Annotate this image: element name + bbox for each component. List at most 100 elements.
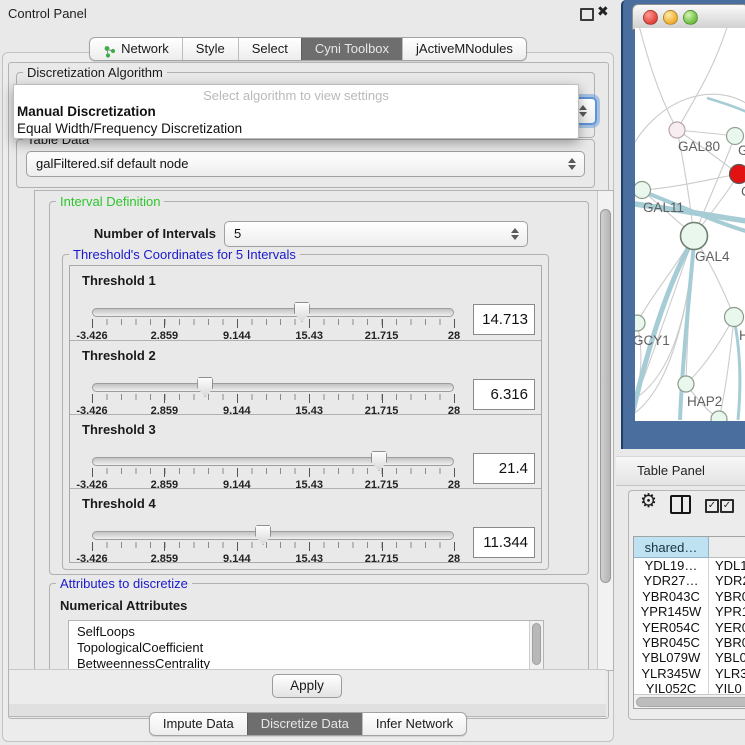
num-intervals-label: Number of Intervals — [84, 226, 216, 241]
table-horizontal-scrollbar[interactable] — [634, 694, 745, 708]
network-canvas[interactable]: GAL80 GAL11 GAL4 GCY1 HAP2 GA C H — [635, 28, 745, 421]
cell[interactable]: YBL079W — [634, 650, 709, 665]
checkbox-icon[interactable]: ✓ — [720, 499, 734, 513]
table-row[interactable]: YLR345WYLR3 — [634, 666, 745, 681]
cell[interactable]: YDL19… — [634, 558, 709, 573]
threshold-value-field[interactable]: 21.4 — [473, 453, 535, 484]
node-gal11[interactable] — [635, 182, 651, 199]
node-h[interactable] — [725, 308, 744, 327]
threshold-slider[interactable]: -3.426 2.859 9.144 15.43 21.715 28 — [92, 306, 454, 336]
threshold-slider[interactable]: -3.426 2.859 9.144 15.43 21.715 28 — [92, 529, 454, 559]
table-row[interactable]: YER054CYER0 — [634, 620, 745, 635]
tab-cyni-toolbox[interactable]: Cyni Toolbox — [301, 38, 402, 60]
spinner-arrows-icon — [568, 158, 576, 170]
tab-discretize-data[interactable]: Discretize Data — [247, 713, 362, 735]
table-row[interactable]: YBL079WYBL0 — [634, 650, 745, 665]
node-gal80[interactable] — [669, 122, 685, 138]
tick — [454, 319, 455, 328]
network-window-titlebar[interactable] — [632, 4, 745, 30]
column-header-name[interactable]: na — [709, 537, 745, 558]
cell[interactable]: YDL1 — [709, 558, 745, 573]
settings-scrollbar[interactable] — [597, 191, 613, 670]
threshold-slider[interactable]: -3.426 2.859 9.144 15.43 21.715 28 — [92, 381, 454, 411]
node-red-selected[interactable] — [730, 165, 745, 184]
threshold-value-field[interactable]: 6.316 — [473, 379, 535, 410]
node-green[interactable] — [727, 128, 744, 145]
network-graph: GAL80 GAL11 GAL4 GCY1 HAP2 GA C H — [635, 28, 745, 421]
node-hap2[interactable] — [678, 376, 694, 392]
node-gcy1[interactable] — [635, 315, 645, 331]
group-title: Discretization Algorithm — [23, 65, 167, 80]
cell[interactable]: YLR3 — [709, 666, 745, 681]
close-traffic-light[interactable] — [643, 10, 658, 25]
table-row[interactable]: YPR145WYPR1 — [634, 604, 745, 619]
tick — [237, 542, 238, 551]
threshold-slider[interactable]: -3.426 2.859 9.144 15.43 21.715 28 — [92, 455, 454, 485]
cell[interactable]: YBR0 — [709, 635, 745, 650]
table-row[interactable]: YBR043CYBR0 — [634, 589, 745, 604]
cell[interactable]: YPR1 — [709, 604, 745, 619]
slider-track[interactable] — [92, 531, 454, 540]
threshold-list: Threshold 1 -3.426 2.859 9.144 15.43 21.… — [69, 265, 542, 563]
slider-track[interactable] — [92, 457, 454, 466]
node-bottom[interactable] — [711, 411, 727, 421]
tab-select[interactable]: Select — [238, 38, 301, 60]
scrollbar-thumb[interactable] — [532, 623, 541, 665]
scrollbar-thumb[interactable] — [600, 209, 611, 583]
cell[interactable]: YPR145W — [634, 604, 709, 619]
list-item[interactable]: TopologicalCoefficient — [69, 640, 543, 656]
table-row[interactable]: YBR045CYBR0 — [634, 635, 745, 650]
cell[interactable]: YBL0 — [709, 650, 745, 665]
table-row[interactable]: YDL19…YDL1 — [634, 558, 745, 573]
tick-label: 28 — [448, 553, 460, 565]
slider-track[interactable] — [92, 308, 454, 317]
tick — [237, 468, 238, 477]
scrollbar-thumb[interactable] — [636, 697, 745, 707]
tab-infer-network[interactable]: Infer Network — [362, 713, 466, 735]
threshold-panel-1: Threshold 1 -3.426 2.859 9.144 15.43 21.… — [70, 266, 541, 340]
threshold-value-field[interactable]: 11.344 — [473, 527, 535, 558]
cell[interactable]: YDR2 — [709, 573, 745, 588]
numerical-attributes-list[interactable]: SelfLoops TopologicalCoefficient Between… — [68, 620, 544, 671]
node-label-hap2: HAP2 — [687, 394, 722, 409]
tick — [92, 319, 93, 328]
cell[interactable]: YLR345W — [634, 666, 709, 681]
algorithm-dropdown-popup: Select algorithm to view settings Manual… — [13, 84, 579, 139]
list-item[interactable]: SelfLoops — [69, 621, 543, 640]
tab-style[interactable]: Style — [182, 38, 238, 60]
checkbox-icon[interactable]: ✓ — [705, 499, 719, 513]
threshold-coordinates-group: Threshold's Coordinates for 5 Intervals … — [62, 254, 549, 570]
apply-button[interactable]: Apply — [272, 674, 342, 698]
minimize-traffic-light[interactable] — [663, 10, 678, 25]
tick — [309, 394, 310, 403]
table-panel-title: Table Panel — [637, 463, 705, 478]
node-gal4[interactable] — [681, 223, 708, 250]
dropdown-item-manual[interactable]: Manual Discretization — [14, 103, 578, 120]
column-header-shared[interactable]: shared… — [634, 537, 709, 558]
tick — [164, 542, 165, 551]
table-data-select[interactable]: galFiltered.sif default node — [26, 151, 585, 177]
slider-track[interactable] — [92, 383, 454, 392]
close-icon[interactable]: ✖ — [597, 3, 609, 20]
tab-impute-data[interactable]: Impute Data — [150, 713, 247, 735]
cell[interactable]: YBR045C — [634, 635, 709, 650]
cell[interactable]: YDR27… — [634, 573, 709, 588]
table-row[interactable]: YDR27…YDR2 — [634, 573, 745, 588]
cell[interactable]: YBR0 — [709, 589, 745, 604]
threshold-value-field[interactable]: 14.713 — [473, 304, 535, 335]
dropdown-item-equal-width[interactable]: Equal Width/Frequency Discretization — [14, 120, 578, 137]
float-window-icon[interactable] — [580, 8, 594, 21]
cell[interactable]: YER0 — [709, 620, 745, 635]
cell[interactable]: YBR043C — [634, 589, 709, 604]
node-label-gal80: GAL80 — [678, 139, 720, 154]
attributes-group: Attributes to discretize Numerical Attri… — [49, 583, 589, 671]
tab-label: Style — [196, 38, 225, 60]
gear-icon[interactable]: ⚙ — [640, 490, 657, 513]
tab-jactivemnodules[interactable]: jActiveMNodules — [402, 38, 526, 60]
zoom-traffic-light[interactable] — [683, 10, 698, 25]
list-scrollbar[interactable] — [529, 621, 543, 671]
tab-network[interactable]: Network — [90, 38, 182, 60]
num-intervals-select[interactable]: 5 — [224, 221, 528, 247]
cell[interactable]: YER054C — [634, 620, 709, 635]
columns-icon[interactable] — [670, 495, 691, 514]
